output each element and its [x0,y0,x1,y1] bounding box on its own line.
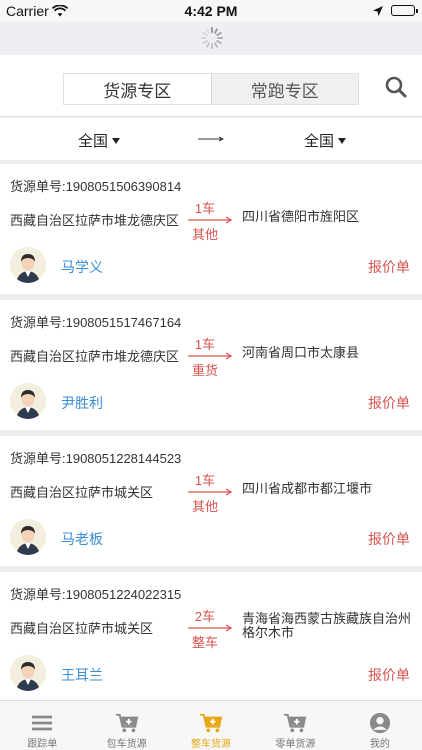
vehicle-count: 1车 [194,473,216,488]
cart-plus-icon [284,713,307,733]
shipper-name-link[interactable]: 马老板 [61,529,103,549]
route-arrow-icon [188,624,232,632]
location-arrow-icon [372,4,384,22]
tab-label: 跟踪单 [27,739,58,750]
cart-plus-icon [115,713,138,733]
quote-button[interactable]: 报价单 [368,665,410,685]
origin-address: 西藏自治区拉萨市城关区 [10,485,154,500]
header: 货源专区 常跑专区 [0,55,422,117]
caret-down-icon [338,137,347,144]
cargo-type: 重货 [191,363,218,378]
order-number: 货源单号:1908051228144523 [10,451,182,466]
tab-label: 包车货源 [106,739,147,750]
vehicle-count: 2车 [194,609,216,624]
origin-region-label: 全国 [78,133,109,150]
destination-region-dropdown[interactable]: 全国 [304,130,347,151]
quote-button[interactable]: 报价单 [368,257,410,277]
user-icon [369,712,390,734]
quote-button[interactable]: 报价单 [368,393,410,413]
caret-down-icon [112,137,121,144]
vehicle-count: 1车 [194,201,216,216]
quote-button[interactable]: 报价单 [368,529,410,549]
origin-region-dropdown[interactable]: 全国 [78,130,121,151]
cargo-order-card[interactable]: 货源单号:1908051506390814 西藏自治区拉萨市堆龙德庆区 1车 其… [0,164,422,294]
vehicle-count: 1车 [194,337,216,352]
refresh-area [0,22,422,55]
destination-address: 四川省成都市都江堰市 [242,481,373,496]
tab-profile[interactable]: 我的 [338,701,422,750]
shipper-name-link[interactable]: 王耳兰 [61,665,103,685]
cargo-order-card[interactable]: 货源单号:1908051517467164 西藏自治区拉萨市堆龙德庆区 1车 重… [0,300,422,430]
origin-address: 西藏自治区拉萨市堆龙德庆区 [10,213,180,228]
tab-charter-cargo[interactable]: 包车货源 [84,701,168,750]
loading-spinner-icon [201,27,223,49]
shipper-name-link[interactable]: 尹胜利 [61,393,103,413]
origin-address: 西藏自治区拉萨市城关区 [10,621,154,636]
route-arrow-icon [188,488,232,496]
menu-icon [32,715,53,731]
route-arrow-icon [188,216,232,224]
cargo-type: 整车 [191,635,218,650]
cargo-type: 其他 [191,227,218,242]
order-number: 货源单号:1908051506390814 [10,179,182,194]
avatar [10,655,46,691]
region-filter: 全国 全国 [0,118,422,160]
cargo-type: 其他 [191,499,218,514]
tab-full-truck-cargo[interactable]: 整车货源 [169,701,253,750]
origin-address: 西藏自治区拉萨市堆龙德庆区 [10,349,180,364]
avatar [10,247,46,283]
avatar [10,519,46,555]
shipper-name-link[interactable]: 马学义 [61,257,103,277]
status-bar: Carrier 4:42 PM [0,0,422,22]
tab-ltl-cargo[interactable]: 零单货源 [253,701,337,750]
clock: 4:42 PM [184,3,238,19]
cargo-order-card[interactable]: 货源单号:1908051228144523 西藏自治区拉萨市城关区 1车 其他 … [0,436,422,566]
tab-tracking[interactable]: 跟踪单 [0,701,84,750]
destination-address: 青海省海西蒙古族藏族自治州格尔木市 [242,611,412,640]
bottom-tab-bar: 跟踪单 包车货源 整车货源 零单货源 我的 [0,700,422,750]
cargo-order-card[interactable]: 货源单号:1908051224022315 西藏自治区拉萨市城关区 2车 整车 … [0,572,422,702]
order-number: 货源单号:1908051224022315 [10,587,182,602]
destination-address: 河南省周口市太康县 [242,345,360,360]
destination-region-label: 全国 [304,133,335,150]
tab-regular-route-zone[interactable]: 常跑专区 [210,74,358,104]
tab-label: 零单货源 [275,739,316,750]
cart-plus-icon [200,713,223,733]
right-arrow-icon [198,136,224,142]
tab-label: 我的 [369,739,390,750]
avatar [10,383,46,419]
battery-icon [391,5,418,16]
order-number: 货源单号:1908051517467164 [10,315,182,330]
destination-address: 四川省德阳市旌阳区 [242,209,360,224]
tab-cargo-zone[interactable]: 货源专区 [64,74,211,104]
zone-segmented-control: 货源专区 常跑专区 [63,73,359,105]
tab-label: 整车货源 [191,739,232,750]
search-icon[interactable] [384,75,408,99]
route-arrow-icon [188,352,232,360]
